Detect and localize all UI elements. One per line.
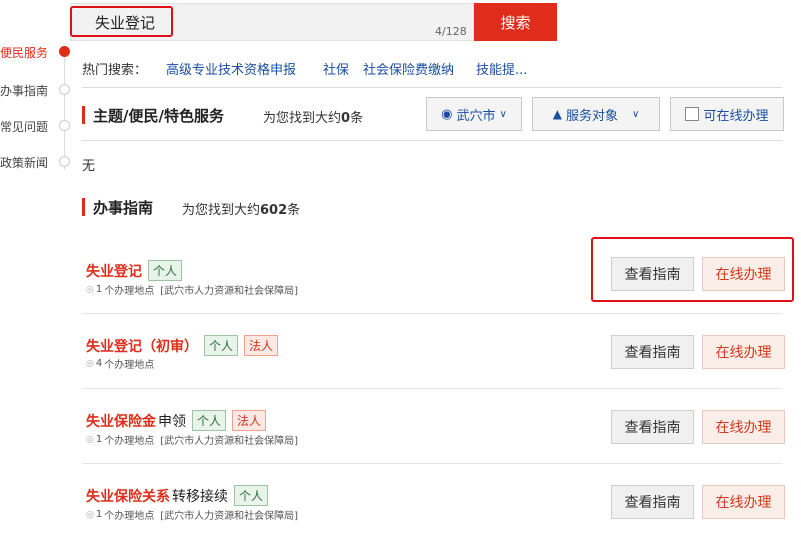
online-apply-button[interactable]: 在线办理 — [702, 335, 785, 369]
person-icon: ▲ — [552, 107, 562, 121]
item-title-rest[interactable]: 转移接续 — [172, 486, 228, 506]
location-count: 1 — [95, 509, 103, 520]
online-apply-button[interactable]: 在线办理 — [702, 485, 785, 519]
tag-legal-entity: 法人 — [244, 335, 279, 356]
location-pin-icon: ◎ — [86, 509, 94, 520]
location-org: [武穴市人力资源和社会保障局] — [160, 511, 299, 522]
location-pin-icon: ◉ — [441, 106, 453, 122]
search-input[interactable] — [71, 4, 473, 40]
hot-link-social-security[interactable]: 社保 — [323, 59, 349, 78]
list-item: 失业登记 个人 ◎ 1 个办理地点 [武穴市人力资源和社会保障局] 查看指南 在… — [82, 237, 785, 314]
hot-link-senior-title[interactable]: 高级专业技术资格申报 — [166, 59, 296, 78]
section-title-theme: 主题/便民/特色服务 — [93, 107, 224, 125]
section-marker — [82, 198, 85, 216]
item-title[interactable]: 失业登记（初审） — [86, 336, 198, 356]
tag-individual: 个人 — [192, 410, 227, 431]
view-guide-button[interactable]: 查看指南 — [611, 410, 694, 444]
location-text: 个办理地点 — [104, 436, 155, 447]
location-org: [武穴市人力资源和社会保障局] — [160, 436, 299, 447]
filter-target-dropdown[interactable]: ▲ 服务对象 ∨ — [532, 97, 660, 131]
view-guide-button[interactable]: 查看指南 — [611, 257, 694, 291]
online-apply-button[interactable]: 在线办理 — [702, 410, 785, 444]
divider — [82, 87, 782, 88]
hot-search-label: 热门搜索： — [82, 63, 148, 78]
location-pin-icon: ◎ — [86, 284, 94, 295]
nav-item-policy-news[interactable]: 政策新闻 — [0, 154, 48, 171]
item-title[interactable]: 失业保险金 — [86, 411, 156, 431]
online-apply-button[interactable]: 在线办理 — [702, 257, 785, 291]
search-box: 4/128 — [70, 3, 474, 41]
view-guide-button[interactable]: 查看指南 — [611, 485, 694, 519]
char-count: 4/128 — [435, 25, 467, 38]
nav-dot — [59, 156, 70, 167]
item-title[interactable]: 失业登记 — [86, 261, 142, 281]
location-count: 4 — [95, 358, 103, 369]
location-count: 1 — [95, 434, 103, 445]
location-pin-icon: ◎ — [86, 358, 94, 369]
filter-city-dropdown[interactable]: ◉ 武穴市 ∨ — [426, 97, 522, 131]
tag-individual: 个人 — [148, 260, 183, 281]
checkbox-icon — [685, 107, 700, 121]
nav-item-guide[interactable]: 办事指南 — [0, 82, 48, 99]
section-count-theme: 为您找到大约0条 — [263, 111, 364, 126]
list-item: 失业保险金 申领 个人 法人 ◎ 1 个办理地点 [武穴市人力资源和社会保障局] … — [82, 388, 785, 464]
nav-item-convenience[interactable]: 便民服务 — [0, 44, 48, 61]
nav-dot — [59, 120, 70, 131]
item-title-rest[interactable]: 申领 — [158, 411, 186, 431]
tag-individual: 个人 — [234, 485, 269, 506]
section-title-guide: 办事指南 — [93, 199, 154, 217]
section-marker — [82, 106, 85, 124]
location-text: 个办理地点 — [104, 511, 155, 522]
view-guide-button[interactable]: 查看指南 — [611, 335, 694, 369]
search-button[interactable]: 搜索 — [474, 3, 557, 41]
location-count: 1 — [95, 284, 103, 295]
list-item: 失业保险关系 转移接续 个人 ◎ 1 个办理地点 [武穴市人力资源和社会保障局] … — [82, 463, 785, 542]
chevron-down-icon: ∨ — [631, 108, 640, 120]
filter-online-checkbox[interactable]: 可在线办理 — [670, 97, 784, 131]
hot-link-insurance-payment[interactable]: 社会保险费缴纳 — [363, 59, 454, 78]
tag-individual: 个人 — [204, 335, 239, 356]
hot-link-skills[interactable]: 技能提... — [476, 59, 527, 78]
nav-dot-active — [59, 46, 70, 57]
tag-legal-entity: 法人 — [232, 410, 267, 431]
timeline-line — [64, 50, 65, 170]
empty-result-text: 无 — [82, 159, 96, 174]
divider — [82, 140, 782, 141]
nav-dot — [59, 84, 70, 95]
list-item: 失业登记（初审） 个人 法人 ◎ 4 个办理地点 查看指南 在线办理 — [82, 313, 785, 389]
location-org: [武穴市人力资源和社会保障局] — [160, 286, 299, 297]
location-pin-icon: ◎ — [86, 434, 94, 445]
nav-item-faq[interactable]: 常见问题 — [0, 118, 48, 135]
chevron-down-icon: ∨ — [499, 108, 507, 120]
item-title[interactable]: 失业保险关系 — [86, 486, 170, 506]
section-count-guide: 为您找到大约602条 — [182, 203, 301, 218]
location-text: 个办理地点 — [104, 360, 155, 371]
location-text: 个办理地点 — [104, 286, 155, 297]
